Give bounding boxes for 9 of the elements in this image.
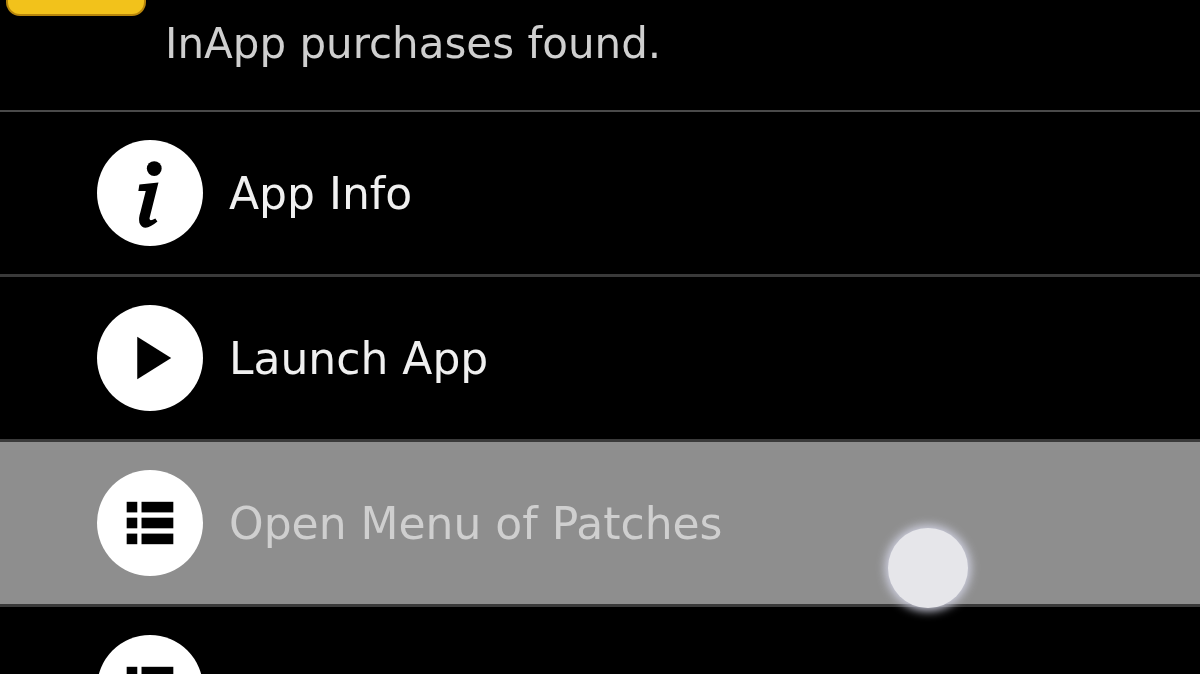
app-icon bbox=[6, 0, 146, 16]
status-text: InApp purchases found. bbox=[165, 18, 662, 70]
menu-item-label: App Info bbox=[229, 167, 413, 219]
menu-item-label: Launch App bbox=[229, 332, 489, 384]
menu-item-label: Open Menu of Patches bbox=[229, 497, 723, 549]
play-icon bbox=[97, 305, 203, 411]
menu-item[interactable]: App Info bbox=[0, 112, 1200, 277]
list-icon bbox=[97, 470, 203, 576]
info-icon bbox=[97, 140, 203, 246]
